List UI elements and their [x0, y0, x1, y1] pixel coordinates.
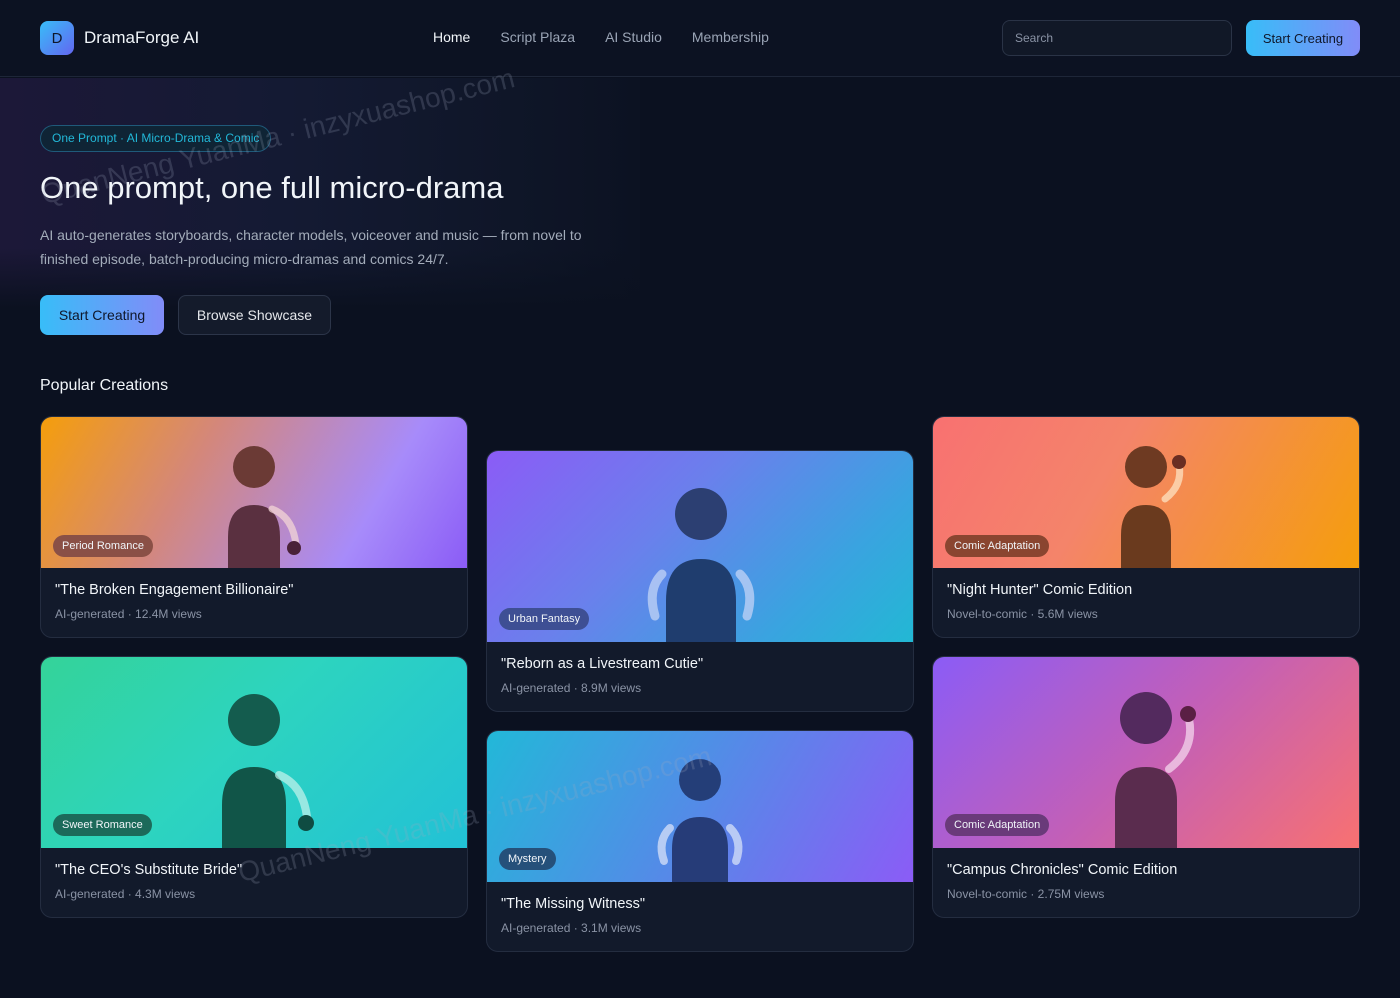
logo-mark-icon: D [40, 21, 74, 55]
card-thumbnail: Sweet Romance [41, 657, 467, 848]
brand-name: DramaForge AI [84, 28, 200, 47]
card-meta: Novel-to-comic · 5.6M views [947, 607, 1098, 621]
brand-logo[interactable]: D DramaForge AI [40, 21, 199, 55]
creation-card[interactable]: Mystery "The Missing Witness" AI-generat… [486, 730, 914, 952]
card-thumbnail: Comic Adaptation [933, 657, 1359, 848]
hero-title: One prompt, one full micro-drama [40, 170, 504, 205]
card-meta: AI-generated · 4.3M views [55, 887, 196, 901]
card-meta: Novel-to-comic · 2.75M views [947, 887, 1105, 901]
card-meta: AI-generated · 12.4M views [55, 607, 202, 621]
card-thumbnail: Comic Adaptation [933, 417, 1359, 568]
creation-card[interactable]: Comic Adaptation "Night Hunter" Comic Ed… [932, 416, 1360, 638]
creation-card[interactable]: Period Romance "The Broken Engagement Bi… [40, 416, 468, 638]
card-tag: Comic Adaptation [945, 814, 1050, 836]
main-nav: Home Script Plaza AI Studio Membership [433, 29, 769, 45]
card-title: "Night Hunter" Comic Edition [947, 582, 1133, 598]
creation-card[interactable]: Urban Fantasy "Reborn as a Livestream Cu… [486, 450, 914, 712]
card-title: "The CEO's Substitute Bride" [55, 862, 243, 878]
section-title: Popular Creations [40, 377, 169, 394]
top-header: D DramaForge AI Home Script Plaza AI Stu… [0, 0, 1400, 77]
nav-membership[interactable]: Membership [692, 29, 769, 45]
hero-start-creating-button[interactable]: Start Creating [40, 295, 164, 335]
hero-description: AI auto-generates storyboards, character… [40, 227, 582, 267]
creation-card[interactable]: Sweet Romance "The CEO's Substitute Brid… [40, 656, 468, 918]
card-thumbnail: Urban Fantasy [487, 451, 913, 642]
nav-ai-studio[interactable]: AI Studio [605, 29, 662, 45]
header-start-creating-button[interactable]: Start Creating [1246, 20, 1360, 56]
card-tag: Period Romance [53, 535, 153, 557]
nav-home[interactable]: Home [433, 29, 470, 45]
search-input[interactable] [1002, 20, 1232, 56]
card-tag: Comic Adaptation [945, 535, 1050, 557]
card-thumbnail: Mystery [487, 731, 913, 882]
card-tag: Mystery [499, 848, 556, 870]
nav-script-plaza[interactable]: Script Plaza [500, 29, 575, 45]
creation-card[interactable]: Comic Adaptation "Campus Chronicles" Com… [932, 656, 1360, 918]
hero-pill-badge: One Prompt · AI Micro-Drama & Comic [40, 125, 272, 152]
browse-showcase-button[interactable]: Browse Showcase [178, 295, 331, 335]
card-title: "Reborn as a Livestream Cutie" [501, 656, 704, 672]
card-tag: Urban Fantasy [499, 608, 590, 630]
card-thumbnail: Period Romance [41, 417, 467, 568]
card-title: "Campus Chronicles" Comic Edition [947, 862, 1178, 878]
card-title: "The Broken Engagement Billionaire" [55, 582, 294, 598]
card-meta: AI-generated · 8.9M views [501, 681, 642, 695]
page: D DramaForge AI Home Script Plaza AI Stu… [0, 0, 1400, 998]
card-tag: Sweet Romance [53, 814, 152, 836]
card-meta: AI-generated · 3.1M views [501, 921, 642, 935]
card-title: "The Missing Witness" [501, 896, 646, 912]
